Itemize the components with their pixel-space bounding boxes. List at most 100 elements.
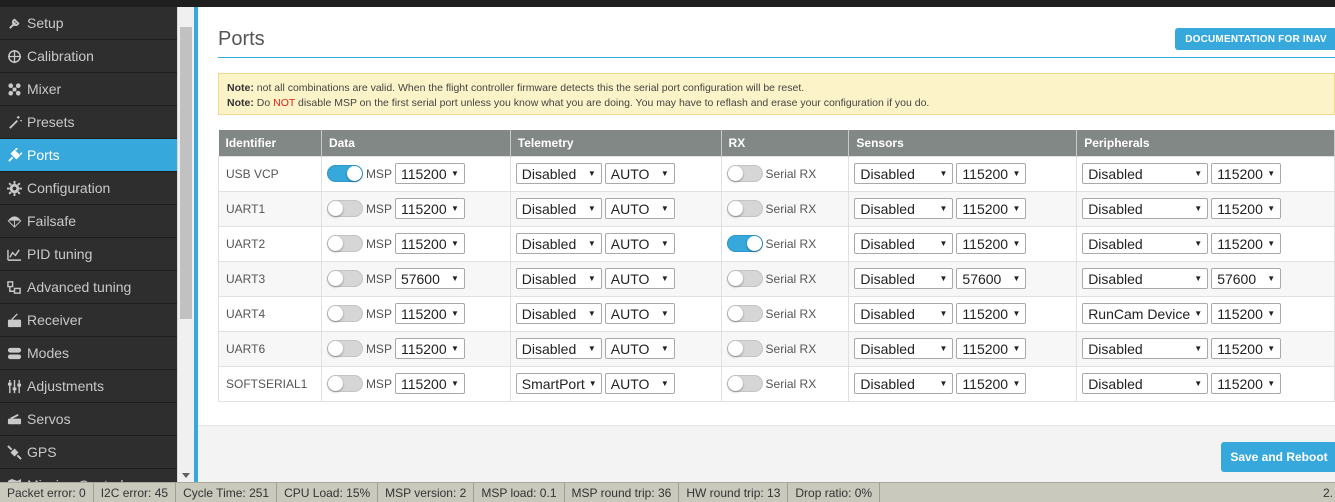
- telemetry-select[interactable]: Disabled ▼: [515, 198, 602, 219]
- peripherals-baud-select[interactable]: 115200 ▼: [1211, 303, 1282, 324]
- telemetry-baud-select[interactable]: AUTO ▼: [604, 268, 675, 289]
- peripherals-baud-select[interactable]: 115200 ▼: [1211, 373, 1282, 394]
- telemetry-baud-select[interactable]: AUTO ▼: [604, 163, 675, 184]
- serial-rx-toggle[interactable]: [726, 165, 763, 182]
- sidebar-item-adjustments[interactable]: Adjustments: [0, 370, 177, 403]
- sensors-select[interactable]: Disabled ▼: [854, 198, 954, 219]
- sidebar-item-ports[interactable]: Ports: [0, 139, 177, 172]
- telemetry-baud-select[interactable]: AUTO ▼: [604, 373, 675, 394]
- telemetry-baud-select[interactable]: AUTO ▼: [604, 198, 675, 219]
- select-value: 115200: [400, 340, 447, 357]
- select-value: 115200: [962, 375, 1009, 392]
- sensors-select[interactable]: Disabled ▼: [854, 163, 954, 184]
- msp-toggle[interactable]: [326, 305, 363, 322]
- sensors-baud-select[interactable]: 115200 ▼: [956, 373, 1027, 394]
- peripherals-baud-select[interactable]: 115200 ▼: [1211, 233, 1282, 254]
- sensors-select[interactable]: Disabled ▼: [854, 233, 954, 254]
- top-bar: [0, 0, 1335, 7]
- msp-toggle[interactable]: [326, 270, 363, 287]
- msp-label: MSP: [365, 201, 392, 216]
- select-value: 115200: [962, 235, 1009, 252]
- peripherals-select[interactable]: Disabled ▼: [1082, 233, 1209, 254]
- peripherals-select[interactable]: RunCam Device ▼: [1082, 303, 1209, 324]
- sensors-baud-select[interactable]: 115200 ▼: [956, 163, 1027, 184]
- telemetry-select[interactable]: SmartPort ▼: [515, 373, 602, 394]
- dropdown-arrow-icon: ▼: [660, 204, 669, 213]
- documentation-button[interactable]: DOCUMENTATION FOR INAV: [1175, 28, 1335, 50]
- sidebar-item-mixer[interactable]: Mixer: [0, 73, 177, 106]
- msp-baud-select[interactable]: 115200 ▼: [394, 303, 465, 324]
- serial-rx-label: Serial RX: [765, 271, 817, 286]
- serial-rx-toggle[interactable]: [726, 305, 763, 322]
- msp-toggle[interactable]: [326, 200, 363, 217]
- peripherals-baud-select[interactable]: 115200 ▼: [1211, 163, 1282, 184]
- sidebar-item-setup[interactable]: Setup: [0, 7, 177, 40]
- sidebar-item-failsafe[interactable]: Failsafe: [0, 205, 177, 238]
- telemetry-select[interactable]: Disabled ▼: [515, 303, 602, 324]
- scroll-thumb[interactable]: [180, 27, 192, 319]
- sensors-select[interactable]: Disabled ▼: [854, 268, 954, 289]
- peripherals-select[interactable]: Disabled ▼: [1082, 268, 1209, 289]
- select-value: Disabled: [1088, 270, 1143, 287]
- msp-toggle[interactable]: [326, 375, 363, 392]
- sidebar-item-modes[interactable]: Modes: [0, 337, 177, 370]
- scroll-down-arrow-icon[interactable]: [182, 473, 190, 478]
- sensors-baud-select[interactable]: 57600 ▼: [956, 268, 1027, 289]
- peripherals-baud-select[interactable]: 57600 ▼: [1211, 268, 1282, 289]
- sidebar-item-receiver[interactable]: Receiver: [0, 304, 177, 337]
- sensors-select[interactable]: Disabled ▼: [854, 373, 954, 394]
- telemetry-select[interactable]: Disabled ▼: [515, 338, 602, 359]
- sensors-baud-select[interactable]: 115200 ▼: [956, 303, 1027, 324]
- page-title: Ports: [218, 28, 265, 50]
- sensors-baud-select[interactable]: 115200 ▼: [956, 338, 1027, 359]
- msp-baud-select[interactable]: 115200 ▼: [394, 233, 465, 254]
- peripherals-select[interactable]: Disabled ▼: [1082, 338, 1209, 359]
- sidebar-item-configuration[interactable]: Configuration: [0, 172, 177, 205]
- dropdown-arrow-icon: ▼: [451, 204, 459, 213]
- sidebar-item-calibration[interactable]: Calibration: [0, 40, 177, 73]
- select-value: Disabled: [1088, 200, 1143, 217]
- sensors-baud-select[interactable]: 115200 ▼: [956, 198, 1027, 219]
- peripherals-baud-select[interactable]: 115200 ▼: [1211, 338, 1282, 359]
- sidebar-item-pid-tuning[interactable]: PID tuning: [0, 238, 177, 271]
- sidebar-item-label: Adjustments: [27, 378, 105, 394]
- peripherals-baud-select[interactable]: 115200 ▼: [1211, 198, 1282, 219]
- msp-toggle[interactable]: [326, 165, 363, 182]
- sidebar-scrollbar[interactable]: [177, 7, 194, 482]
- note-text: disable MSP on the first serial port unl…: [295, 97, 930, 109]
- sidebar-item-mission-control[interactable]: Mission Control: [0, 469, 177, 482]
- sensors-select[interactable]: Disabled ▼: [854, 303, 954, 324]
- msp-baud-select[interactable]: 115200 ▼: [394, 373, 465, 394]
- telemetry-baud-select[interactable]: AUTO ▼: [604, 303, 675, 324]
- title-divider: [218, 57, 1335, 58]
- msp-baud-select[interactable]: 115200 ▼: [394, 198, 465, 219]
- msp-toggle[interactable]: [326, 235, 363, 252]
- peripherals-select[interactable]: Disabled ▼: [1082, 373, 1209, 394]
- select-value: Disabled: [521, 165, 577, 182]
- sidebar-item-presets[interactable]: Presets: [0, 106, 177, 139]
- msp-baud-select[interactable]: 115200 ▼: [394, 338, 465, 359]
- peripherals-select[interactable]: Disabled ▼: [1082, 163, 1209, 184]
- sidebar-item-advanced-tuning[interactable]: Advanced tuning: [0, 271, 177, 304]
- serial-rx-toggle[interactable]: [726, 200, 763, 217]
- select-value: AUTO: [610, 200, 650, 217]
- msp-toggle[interactable]: [326, 340, 363, 357]
- sensors-select[interactable]: Disabled ▼: [854, 338, 954, 359]
- peripherals-select[interactable]: Disabled ▼: [1082, 198, 1209, 219]
- save-and-reboot-button[interactable]: Save and Reboot: [1221, 442, 1335, 472]
- msp-baud-select[interactable]: 115200 ▼: [394, 163, 465, 184]
- serial-rx-toggle[interactable]: [726, 235, 763, 252]
- msp-baud-select[interactable]: 57600 ▼: [394, 268, 465, 289]
- sidebar-item-gps[interactable]: GPS: [0, 436, 177, 469]
- telemetry-baud-select[interactable]: AUTO ▼: [604, 338, 675, 359]
- telemetry-select[interactable]: Disabled ▼: [515, 233, 602, 254]
- dropdown-arrow-icon: ▼: [660, 344, 669, 353]
- telemetry-select[interactable]: Disabled ▼: [515, 163, 602, 184]
- serial-rx-toggle[interactable]: [726, 375, 763, 392]
- telemetry-select[interactable]: Disabled ▼: [515, 268, 602, 289]
- serial-rx-toggle[interactable]: [726, 270, 763, 287]
- telemetry-baud-select[interactable]: AUTO ▼: [604, 233, 675, 254]
- sensors-baud-select[interactable]: 115200 ▼: [956, 233, 1027, 254]
- serial-rx-toggle[interactable]: [726, 340, 763, 357]
- sidebar-item-servos[interactable]: Servos: [0, 403, 177, 436]
